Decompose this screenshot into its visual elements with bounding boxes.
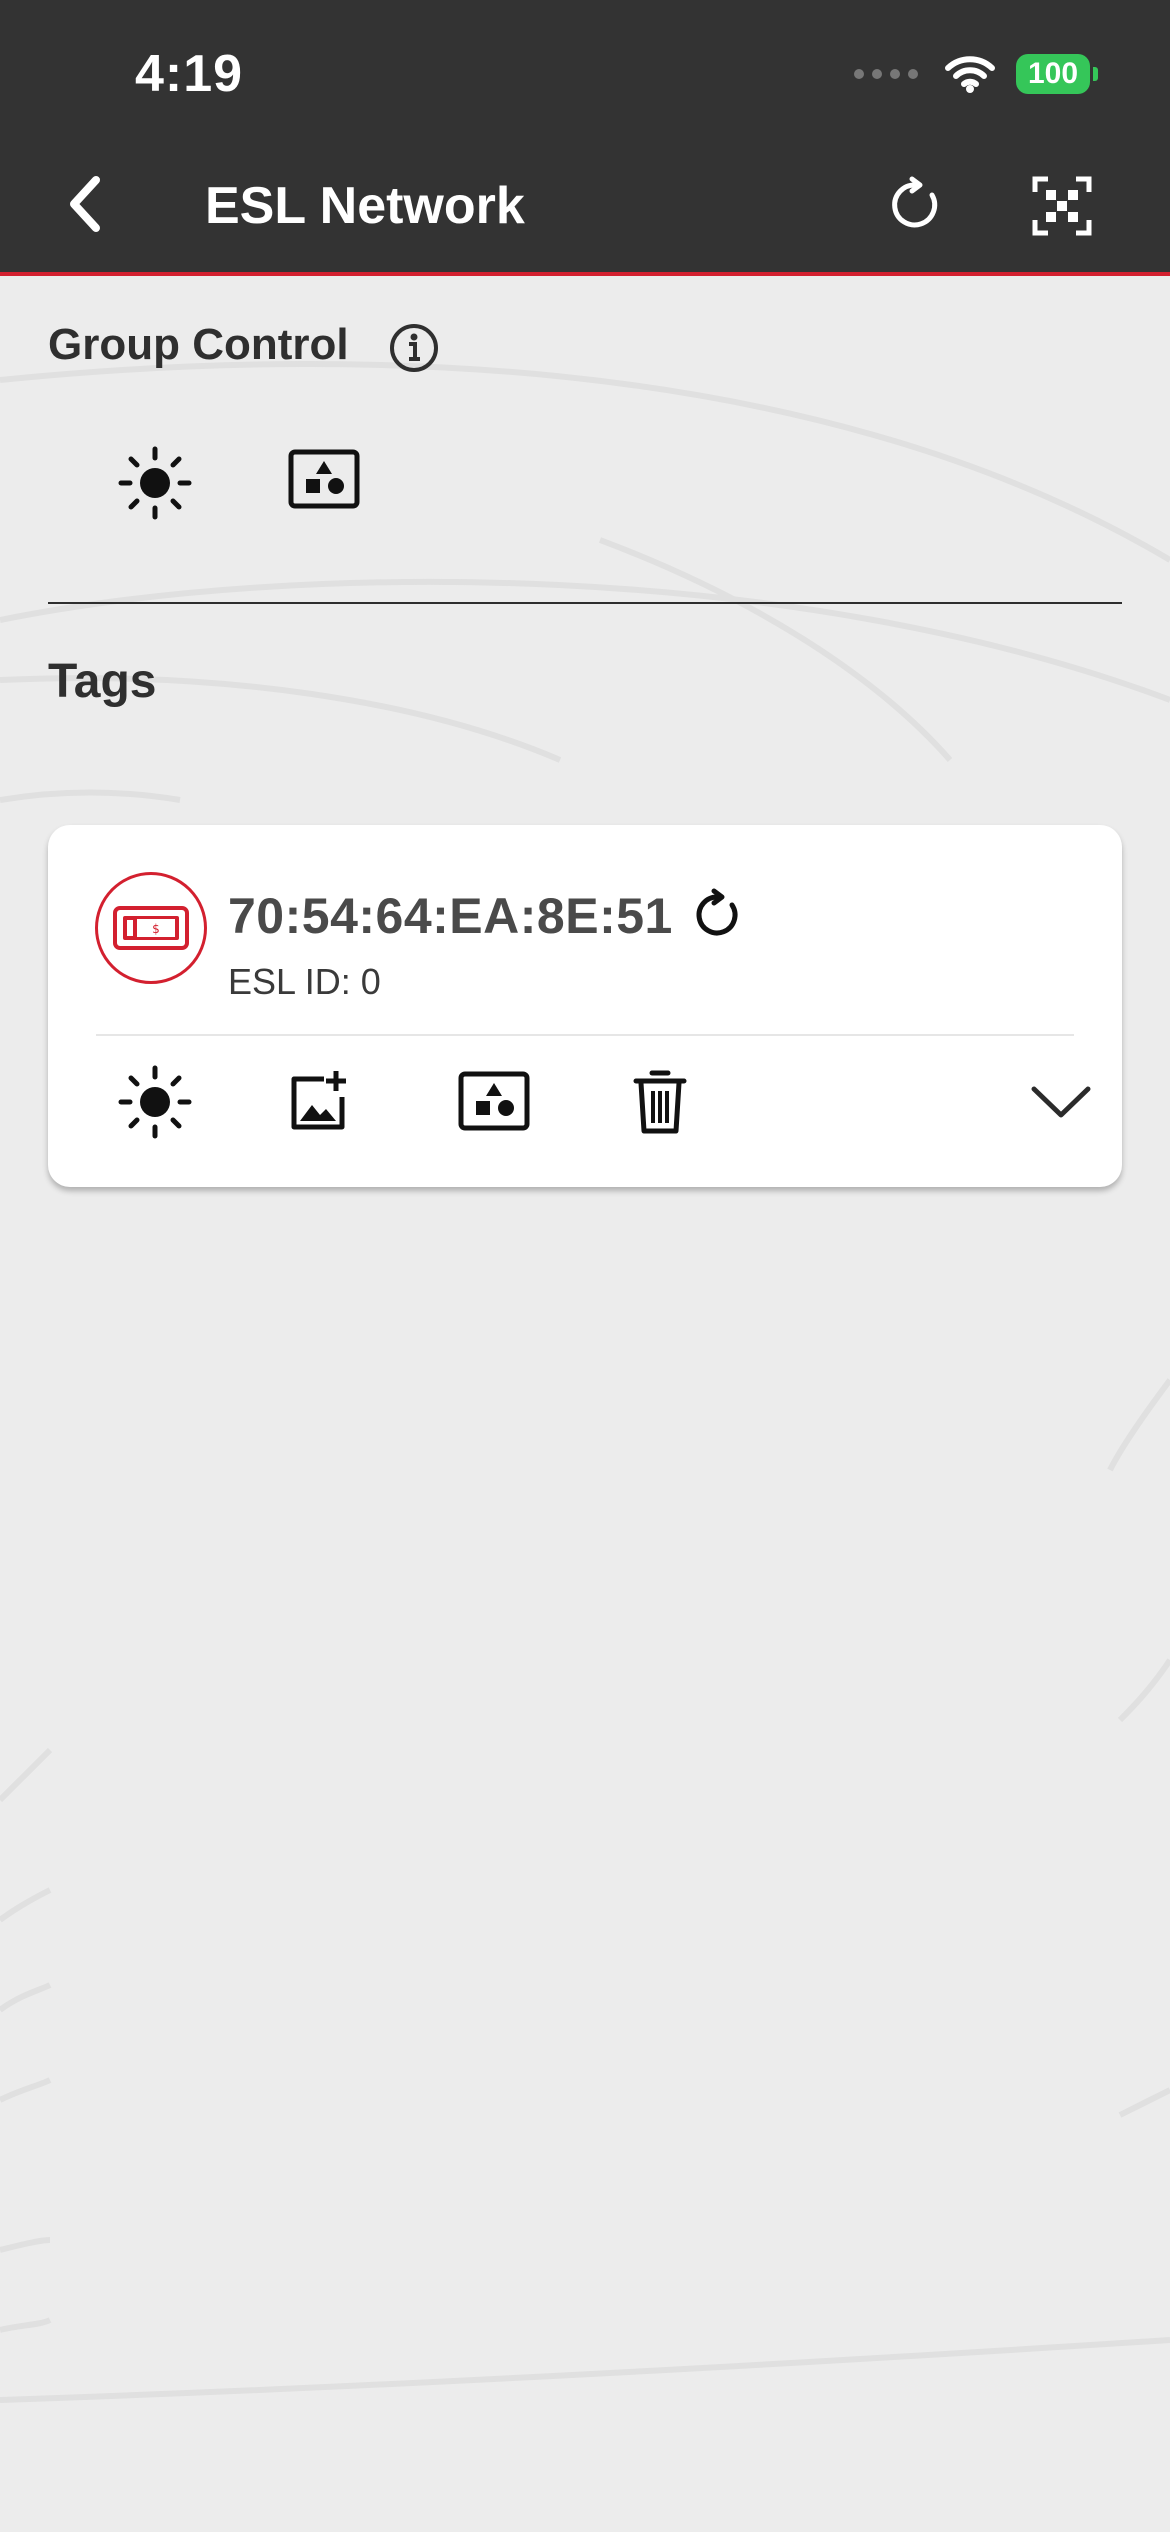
shapes-image-icon[interactable] — [458, 1071, 530, 1131]
page-title: ESL Network — [205, 177, 525, 235]
status-time: 4:19 — [135, 45, 244, 103]
tags-title: Tags — [48, 655, 157, 708]
refresh-icon[interactable] — [886, 175, 946, 235]
battery-icon: 100 — [1016, 54, 1098, 94]
card-divider — [96, 1034, 1074, 1036]
back-chevron-icon[interactable] — [62, 172, 110, 236]
wifi-icon — [945, 56, 995, 93]
chevron-down-icon[interactable] — [1030, 1083, 1092, 1121]
signal-dots-icon — [854, 69, 918, 79]
trash-icon[interactable] — [632, 1069, 688, 1135]
status-icons: 100 — [854, 54, 1098, 94]
background-decoration — [0, 361, 1170, 2403]
tag-card[interactable]: $ 70:54:64:EA:8E:51 ESL ID: 0 — [48, 825, 1122, 1187]
tag-esl-id: ESL ID: 0 — [228, 961, 381, 1002]
tag-refresh-icon[interactable] — [690, 887, 746, 943]
info-icon[interactable] — [388, 322, 440, 374]
add-image-icon[interactable] — [288, 1069, 352, 1133]
group-brightness-icon[interactable] — [118, 446, 192, 520]
qr-scan-icon[interactable] — [1032, 176, 1092, 236]
group-shapes-image-icon[interactable] — [288, 449, 360, 509]
top-bar: 4:19 100 ESL Network — [0, 0, 1170, 276]
section-divider — [48, 602, 1122, 604]
tag-mac-address: 70:54:64:EA:8E:51 — [228, 888, 673, 944]
svg-text:$: $ — [152, 922, 160, 936]
price-tag-icon: $ — [95, 872, 207, 984]
tag-actions — [48, 1065, 1122, 1155]
brightness-icon[interactable] — [118, 1065, 192, 1139]
group-control-title: Group Control — [48, 320, 349, 369]
